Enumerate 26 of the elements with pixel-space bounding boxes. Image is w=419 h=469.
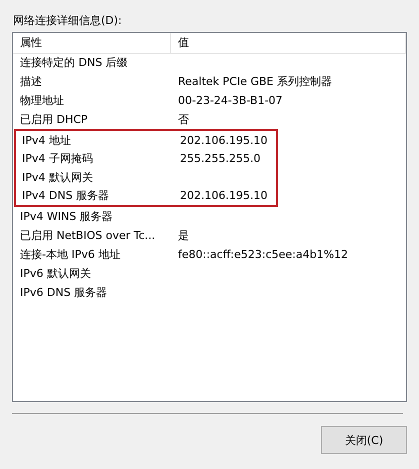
property-cell-text: IPv4 默认网关 <box>21 170 94 186</box>
value-cell-text: 是 <box>177 228 190 244</box>
property-cell-text: 描述 <box>19 74 43 90</box>
value-cell-text: fe80::acff:e523:c5ee:a4b1%12 <box>177 246 350 262</box>
column-header[interactable]: 值 <box>171 33 406 54</box>
property-cell-text: 物理地址 <box>19 93 65 109</box>
property-cell-text: IPv4 WINS 服务器 <box>19 208 114 224</box>
value-cell-text: Realtek PCIe GBE 系列控制器 <box>177 74 333 90</box>
column-header[interactable]: 属性 <box>13 33 171 54</box>
property-cell-text: 连接特定的 DNS 后缀 <box>19 55 129 71</box>
value-cell-text: 255.255.255.0 <box>179 151 262 167</box>
property-cell-text: IPv4 子网掩码 <box>21 151 94 167</box>
value-cell-text: 202.106.195.10 <box>179 132 268 148</box>
value-cell-text: 否 <box>177 112 190 128</box>
close-button[interactable]: 关闭(C) <box>321 426 407 454</box>
property-cell-text: 已启用 NetBIOS over Tc... <box>19 228 156 244</box>
property-cell-text: IPv6 DNS 服务器 <box>19 284 108 300</box>
details-list[interactable] <box>12 32 407 402</box>
property-cell-text: IPv4 DNS 服务器 <box>21 188 110 204</box>
value-cell-text: 202.106.195.10 <box>179 188 268 204</box>
property-cell-text: 已启用 DHCP <box>19 112 89 128</box>
property-cell-text: IPv4 地址 <box>21 132 72 148</box>
list-label: 网络连接详细信息(D): <box>13 14 123 29</box>
value-cell-text: 00-23-24-3B-B1-07 <box>177 93 284 109</box>
property-cell-text: 连接-本地 IPv6 地址 <box>19 246 122 262</box>
property-cell-text: IPv6 默认网关 <box>19 266 92 282</box>
